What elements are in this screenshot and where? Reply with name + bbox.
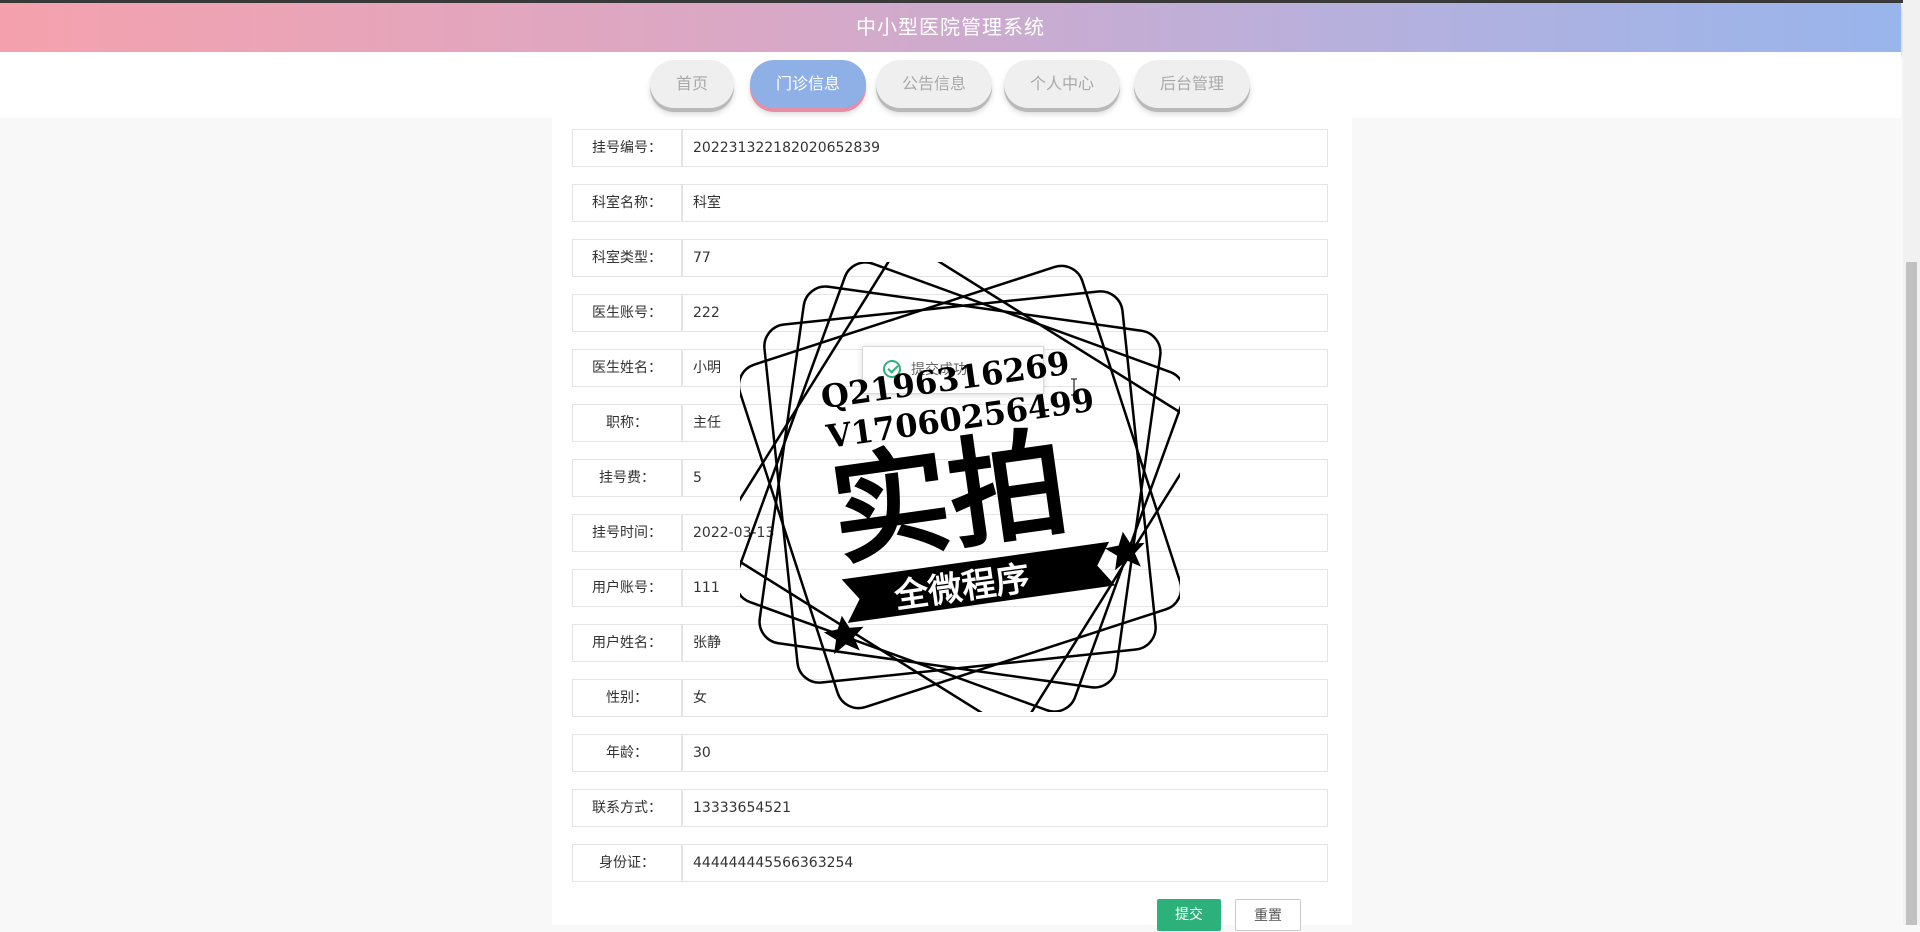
form-row-contact: 联系方式： 13333654521: [572, 789, 1330, 827]
nav-home[interactable]: 首页: [650, 60, 734, 108]
field-label: 联系方式：: [572, 789, 682, 827]
form-row-department-type: 科室类型： 77: [572, 239, 1330, 277]
field-label: 年龄：: [572, 734, 682, 772]
field-label: 挂号费：: [572, 459, 682, 497]
success-toast: 提交成功: [862, 346, 1044, 394]
toast-message: 提交成功: [911, 362, 967, 378]
nav-announcements[interactable]: 公告信息: [876, 60, 992, 108]
form-row-age: 年龄： 30: [572, 734, 1330, 772]
field-label: 科室类型：: [572, 239, 682, 277]
field-label: 职称：: [572, 404, 682, 442]
check-circle-icon: [883, 360, 901, 378]
registration-time-field[interactable]: 2022-03-13: [682, 514, 1328, 552]
scrollbar-thumb[interactable]: [1906, 262, 1917, 925]
field-label: 性别：: [572, 679, 682, 717]
department-name-field[interactable]: 科室: [682, 184, 1328, 222]
user-name-field[interactable]: 张静: [682, 624, 1328, 662]
contact-field[interactable]: 13333654521: [682, 789, 1328, 827]
field-label: 医生账号：: [572, 294, 682, 332]
nav-admin[interactable]: 后台管理: [1134, 60, 1250, 108]
age-field[interactable]: 30: [682, 734, 1328, 772]
registration-id-field[interactable]: 2022313221820206528​39: [682, 129, 1328, 167]
site-title: 中小型医院管理系统: [856, 15, 1045, 39]
main-nav: 首页 门诊信息 公告信息 个人中心 后台管理: [0, 52, 1901, 118]
nav-personal-center[interactable]: 个人中心: [1004, 60, 1120, 108]
department-type-field[interactable]: 77: [682, 239, 1328, 277]
form-row-user-name: 用户姓名： 张静: [572, 624, 1330, 662]
field-label: 用户姓名：: [572, 624, 682, 662]
form-row-gender: 性别： 女: [572, 679, 1330, 717]
field-label: 挂号时间：: [572, 514, 682, 552]
reset-button[interactable]: 重置: [1235, 899, 1301, 931]
form-row-doctor-account: 医生账号： 222: [572, 294, 1330, 332]
field-label: 身份证：: [572, 844, 682, 882]
doctor-account-field[interactable]: 222: [682, 294, 1328, 332]
form-row-department-name: 科室名称： 科室: [572, 184, 1330, 222]
nav-clinic-info[interactable]: 门诊信息: [750, 60, 866, 108]
form-row-registration-fee: 挂号费： 5: [572, 459, 1330, 497]
registration-fee-field[interactable]: 5: [682, 459, 1328, 497]
field-label: 用户账号：: [572, 569, 682, 607]
user-account-field[interactable]: 111: [682, 569, 1328, 607]
field-label: 挂号编号：: [572, 129, 682, 167]
field-label: 医生姓名：: [572, 349, 682, 387]
id-card-field[interactable]: 444444445566363254: [682, 844, 1328, 882]
form-row-registration-id: 挂号编号： 2022313221820206528​39: [572, 129, 1330, 167]
form-row-id-card: 身份证： 444444445566363254: [572, 844, 1330, 882]
gender-field[interactable]: 女: [682, 679, 1328, 717]
field-label: 科室名称：: [572, 184, 682, 222]
text-cursor-icon: [1071, 378, 1077, 396]
form-row-registration-time: 挂号时间： 2022-03-13: [572, 514, 1330, 552]
vertical-scrollbar[interactable]: [1903, 0, 1920, 925]
form-row-user-account: 用户账号： 111: [572, 569, 1330, 607]
form-row-title: 职称： 主任: [572, 404, 1330, 442]
submit-button[interactable]: 提交: [1157, 899, 1221, 931]
title-field[interactable]: 主任: [682, 404, 1328, 442]
site-header: 中小型医院管理系统: [0, 3, 1901, 52]
